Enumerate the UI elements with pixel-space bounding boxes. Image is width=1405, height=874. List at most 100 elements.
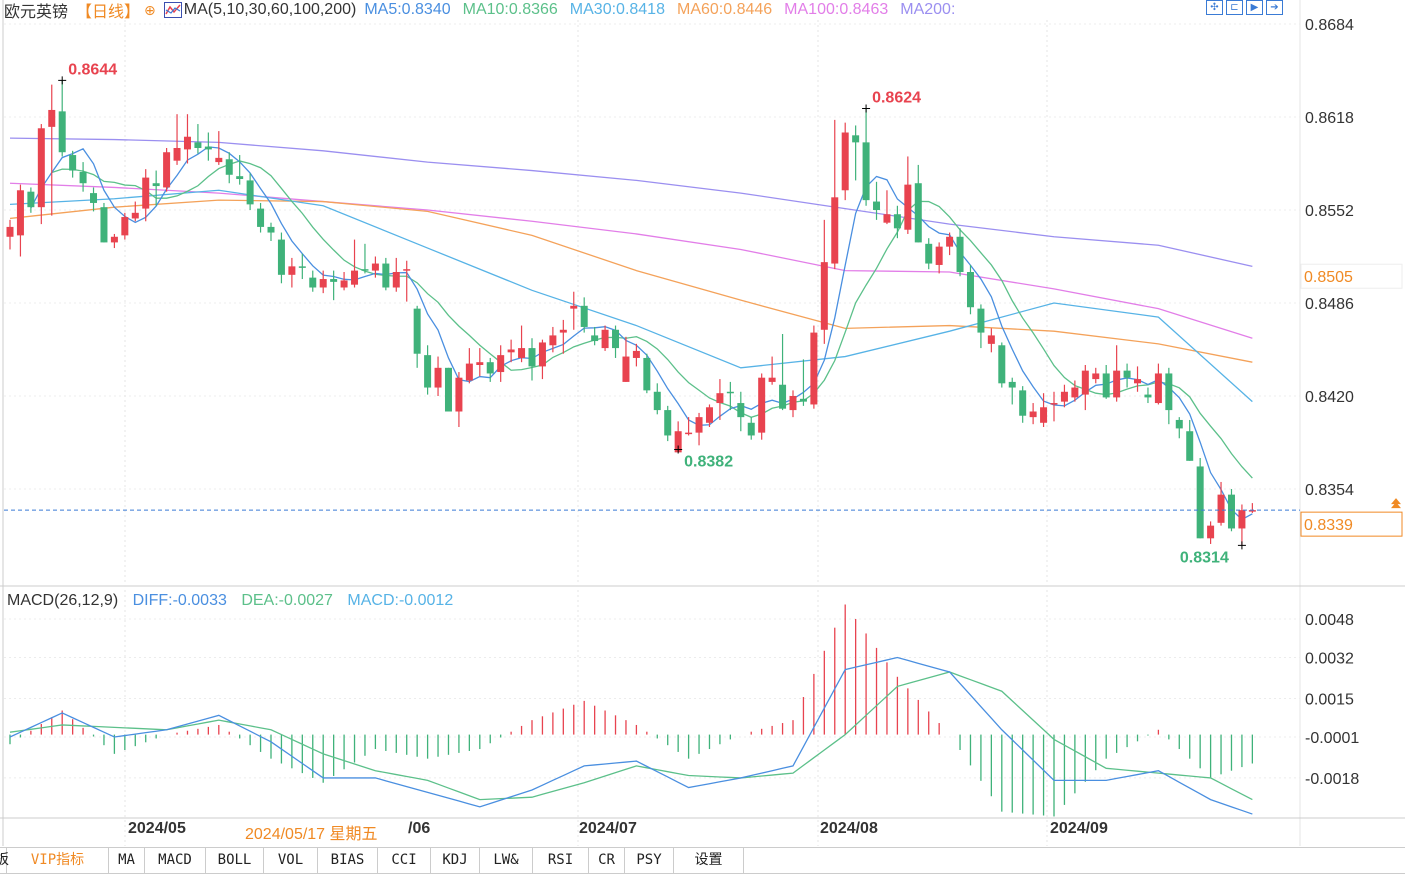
tab-lwr[interactable]: LW& bbox=[480, 848, 533, 873]
candle bbox=[1008, 377, 1016, 405]
candle-body bbox=[779, 384, 787, 409]
candle-body bbox=[998, 345, 1006, 384]
tab-boll[interactable]: BOLL bbox=[206, 848, 264, 873]
tab-vip-indicators[interactable]: VIP指标 bbox=[7, 848, 109, 873]
candle-body bbox=[204, 146, 212, 150]
candle-body bbox=[413, 308, 421, 354]
tab-settings[interactable]: 设置 bbox=[674, 848, 744, 873]
candle bbox=[403, 260, 411, 302]
candle bbox=[413, 305, 421, 368]
candle bbox=[956, 228, 964, 277]
candle-body bbox=[121, 217, 129, 236]
candle bbox=[131, 201, 139, 222]
tab-cr[interactable]: CR bbox=[589, 848, 625, 873]
candle bbox=[1165, 367, 1173, 425]
candle-body bbox=[424, 355, 432, 388]
tab-kdj[interactable]: KDJ bbox=[431, 848, 480, 873]
candle bbox=[852, 125, 860, 181]
candle bbox=[925, 238, 933, 270]
candle-body bbox=[27, 191, 35, 208]
kline-chart[interactable]: 0.8684 0.8618 0.8552 0.8486 0.8420 0.8354 0.00… bbox=[0, 0, 1405, 874]
ma-value-ma5: MA5:0.8340 bbox=[364, 1, 451, 18]
candle-body bbox=[58, 111, 66, 153]
period-selector[interactable]: 【日线】 bbox=[76, 0, 140, 22]
candle-body bbox=[1102, 373, 1110, 398]
candle-body bbox=[789, 396, 797, 411]
price-tick-label: 0.8684 bbox=[1305, 17, 1354, 34]
tab-vol[interactable]: VOL bbox=[264, 848, 318, 873]
candle-body bbox=[298, 266, 306, 268]
candle-body bbox=[100, 207, 108, 243]
ma-value-ma30: MA30:0.8418 bbox=[569, 1, 665, 18]
candle-body bbox=[559, 329, 567, 333]
candle bbox=[382, 257, 390, 291]
macd-tick-label: 0.0032 bbox=[1305, 651, 1354, 668]
candle-body bbox=[1186, 431, 1194, 461]
chart-header: 欧元英镑 【日线】 ⊕ MA(5,10,30,60,100,200) MA5:0… bbox=[4, 0, 967, 22]
candle bbox=[246, 173, 254, 211]
macd-tick-label: 0.0048 bbox=[1305, 612, 1354, 629]
candle-body bbox=[1060, 391, 1068, 402]
macd-tick-label: 0.0015 bbox=[1305, 691, 1354, 708]
candle bbox=[444, 367, 452, 412]
macd-dea-value: DEA:-0.0027 bbox=[241, 592, 333, 609]
tab-partial[interactable]: 板 bbox=[0, 848, 9, 873]
candle-body bbox=[893, 214, 901, 229]
candle-body bbox=[403, 269, 411, 271]
play-icon[interactable]: ▶ bbox=[1246, 0, 1263, 15]
candle-body bbox=[1196, 466, 1204, 539]
candle bbox=[1102, 365, 1110, 399]
candle bbox=[27, 187, 35, 213]
add-indicator-icon[interactable]: ⊕ bbox=[144, 2, 156, 19]
extreme-marker bbox=[58, 76, 67, 85]
candle bbox=[538, 339, 546, 380]
x-axis-label: /06 bbox=[408, 820, 431, 837]
candle-body bbox=[695, 417, 703, 433]
candle-body bbox=[309, 277, 317, 288]
candle-body bbox=[1029, 411, 1037, 418]
candle bbox=[883, 190, 891, 225]
candle-body bbox=[528, 348, 536, 367]
tab-rsi[interactable]: RSI bbox=[533, 848, 589, 873]
candle-body bbox=[476, 362, 484, 366]
candle bbox=[1019, 386, 1027, 423]
crosshair-price-label: 0.8505 bbox=[1304, 269, 1353, 286]
candle-body bbox=[1154, 373, 1162, 404]
crosshair-icon[interactable]: ✣ bbox=[1206, 0, 1223, 15]
candle-body bbox=[518, 348, 526, 358]
tab-cci[interactable]: CCI bbox=[378, 848, 431, 873]
tab-bias[interactable]: BIAS bbox=[318, 848, 378, 873]
ma-settings-icon[interactable] bbox=[163, 2, 182, 18]
candle bbox=[695, 412, 703, 446]
candle bbox=[100, 202, 108, 243]
extreme-marker bbox=[862, 104, 871, 113]
candle bbox=[1123, 363, 1131, 388]
tab-psy[interactable]: PSY bbox=[625, 848, 674, 873]
diff-line bbox=[9, 656, 1253, 815]
symbol-name: 欧元英镑 bbox=[4, 4, 69, 21]
candle-body bbox=[236, 176, 244, 180]
candle-body bbox=[1081, 370, 1089, 395]
candle bbox=[862, 108, 870, 206]
tab-ma[interactable]: MA bbox=[109, 848, 145, 873]
exit-icon[interactable]: ➔ bbox=[1266, 0, 1283, 15]
extreme-price-label: 0.8644 bbox=[68, 61, 117, 78]
candle-body bbox=[841, 132, 849, 191]
candle-body bbox=[163, 152, 171, 188]
candle bbox=[361, 243, 369, 274]
candle-body bbox=[831, 197, 839, 264]
candle-body bbox=[1050, 403, 1058, 405]
candle-body bbox=[48, 109, 56, 127]
candle bbox=[664, 405, 672, 442]
macd-header: MACD(26,12,9) DIFF:-0.0033 DEA:-0.0027 M… bbox=[7, 592, 463, 610]
candle bbox=[1154, 363, 1162, 405]
candle bbox=[789, 390, 797, 418]
candle-body bbox=[246, 180, 254, 205]
zoom-in-icon[interactable]: ⊏ bbox=[1226, 0, 1243, 15]
tab-macd[interactable]: MACD bbox=[145, 848, 206, 873]
candle bbox=[434, 356, 442, 397]
candle bbox=[1113, 345, 1121, 402]
candle-body bbox=[1217, 494, 1225, 523]
candle bbox=[1134, 366, 1142, 392]
candle bbox=[288, 257, 296, 288]
